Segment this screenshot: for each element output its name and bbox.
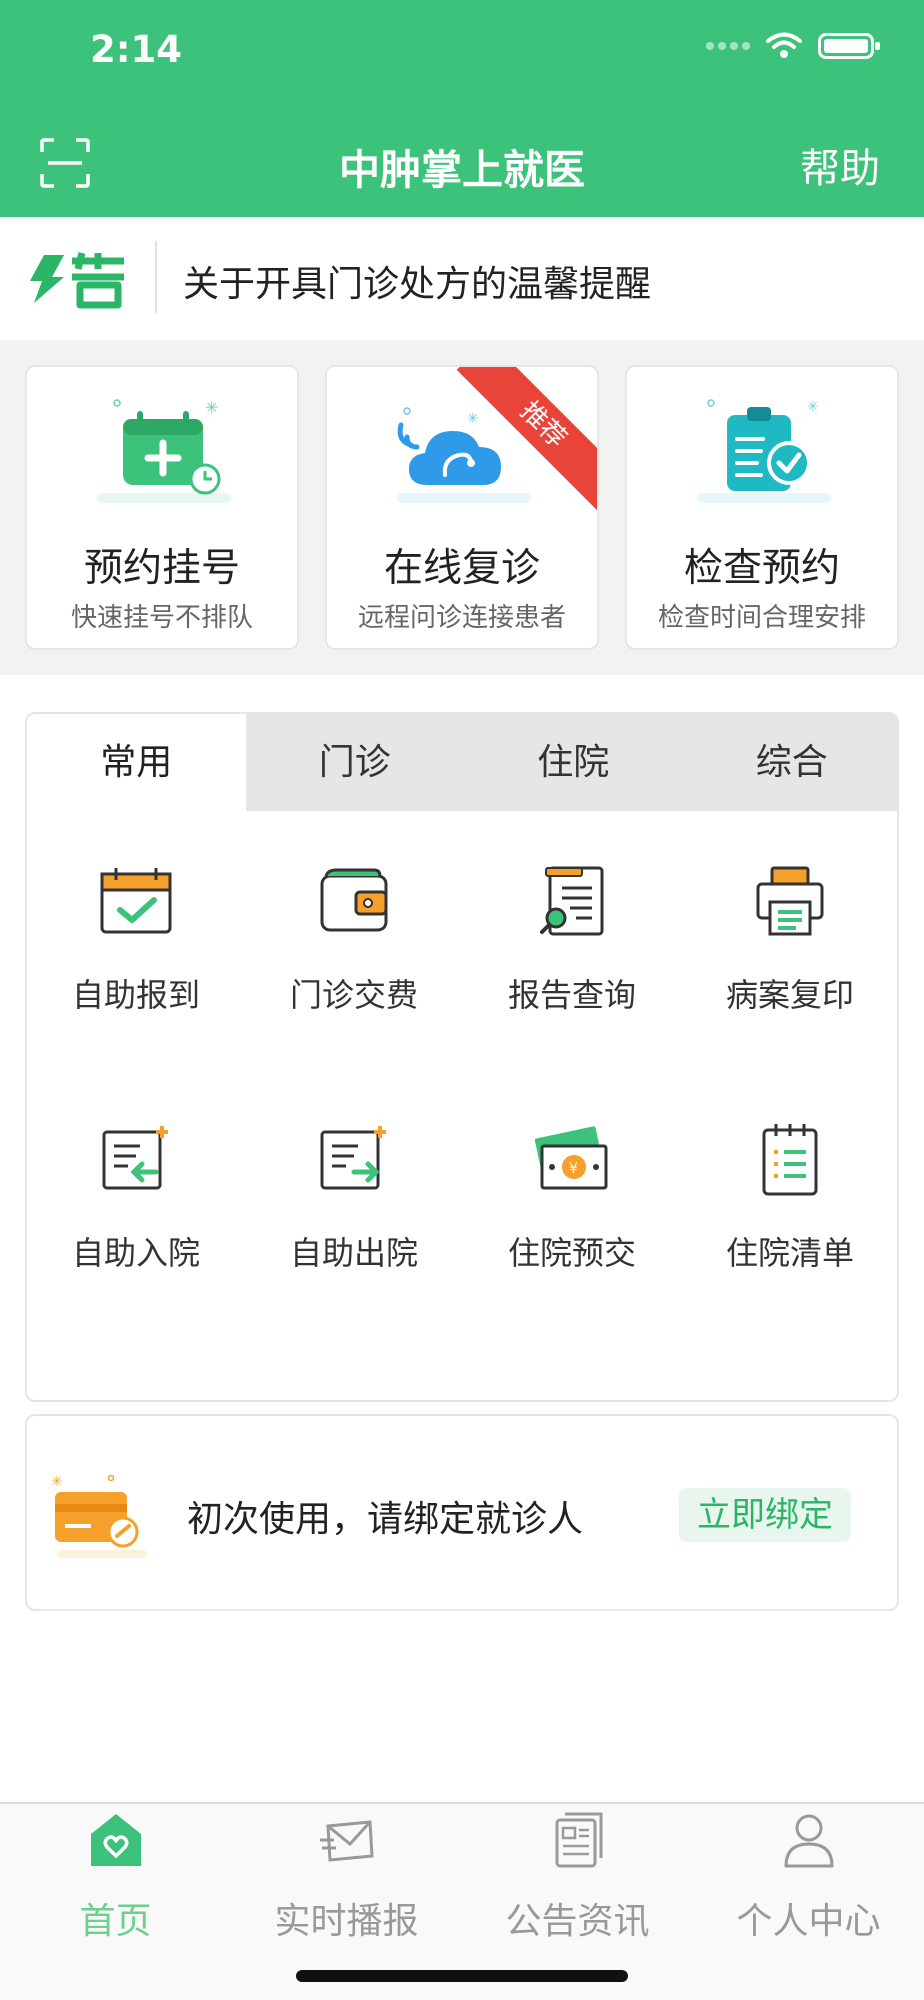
status-time: 2:14 bbox=[90, 28, 183, 71]
service-self-admission[interactable]: 自助入院 bbox=[27, 1120, 245, 1320]
service-panel: 常用 门诊 住院 综合 自助报到 门诊交费 报告查询 病案复印 自助入院 自助出… bbox=[25, 712, 899, 1402]
svg-text:¥: ¥ bbox=[569, 1161, 578, 1177]
nav-label: 实时播报 bbox=[274, 1901, 419, 1942]
tab-inpatient[interactable]: 住院 bbox=[464, 714, 683, 811]
service-self-discharge[interactable]: 自助出院 bbox=[245, 1120, 463, 1320]
status-icons bbox=[706, 32, 880, 60]
service-report-query[interactable]: 报告查询 bbox=[463, 862, 681, 1062]
svg-text:✳: ✳ bbox=[807, 399, 819, 415]
app-header: 2:14 中肿掌上就医 帮助 bbox=[0, 0, 924, 217]
card-appointment[interactable]: ✳ 预约挂号 快速挂号不排队 bbox=[25, 365, 299, 650]
tab-outpatient[interactable]: 门诊 bbox=[245, 714, 464, 811]
signal-icon bbox=[706, 42, 750, 50]
nav-label: 个人中心 bbox=[736, 1901, 881, 1942]
person-icon bbox=[784, 1814, 834, 1868]
bind-prompt-text: 初次使用，请绑定就诊人 bbox=[187, 1499, 584, 1540]
notice-logo-icon bbox=[30, 252, 124, 309]
mail-icon bbox=[320, 1820, 374, 1862]
nav-home[interactable]: 首页 bbox=[0, 1804, 231, 1964]
nav-personal-center[interactable]: 个人中心 bbox=[693, 1804, 924, 1964]
service-tabs: 常用 门诊 住院 综合 bbox=[27, 714, 897, 811]
calendar-plus-icon: ✳ bbox=[97, 398, 231, 503]
wifi-icon bbox=[766, 32, 802, 58]
bind-card-icon: ✳ bbox=[51, 1474, 147, 1558]
svg-text:✳: ✳ bbox=[205, 398, 218, 417]
news-icon bbox=[555, 1812, 603, 1868]
card-title: 预约挂号 bbox=[83, 546, 240, 591]
card-title: 检查预约 bbox=[683, 546, 840, 591]
card-subtitle: 远程问诊连接患者 bbox=[357, 603, 566, 633]
card-subtitle: 快速挂号不排队 bbox=[70, 603, 253, 633]
calendar-check-icon bbox=[100, 868, 172, 934]
bind-now-button[interactable]: 立即绑定 bbox=[679, 1488, 851, 1542]
notice-bar[interactable]: 关于开具门诊处方的温馨提醒 bbox=[0, 217, 924, 340]
home-indicator bbox=[296, 1970, 628, 1982]
card-online-revisit[interactable]: ✳ 推荐 在线复诊 远程问诊连接患者 bbox=[325, 365, 599, 650]
report-search-icon bbox=[540, 866, 604, 936]
notice-text[interactable]: 关于开具门诊处方的温馨提醒 bbox=[183, 255, 651, 307]
service-label: 病案复印 bbox=[725, 976, 854, 1014]
card-exam-booking[interactable]: ✳ 检查预约 检查时间合理安排 bbox=[625, 365, 899, 650]
nav-label: 首页 bbox=[79, 1901, 152, 1942]
tab-common[interactable]: 常用 bbox=[27, 714, 246, 811]
card-subtitle: 检查时间合理安排 bbox=[657, 603, 866, 633]
card-title: 在线复诊 bbox=[383, 546, 540, 591]
service-inpatient-list[interactable]: 住院清单 bbox=[681, 1120, 897, 1320]
battery-icon bbox=[818, 33, 880, 59]
service-label: 住院清单 bbox=[725, 1234, 854, 1272]
service-inpatient-prepay[interactable]: ¥ 住院预交 bbox=[463, 1120, 681, 1320]
nav-announcements[interactable]: 公告资讯 bbox=[462, 1804, 693, 1964]
service-label: 门诊交费 bbox=[289, 976, 418, 1014]
clipboard-check-icon: ✳ bbox=[697, 399, 831, 503]
money-icon: ¥ bbox=[534, 1126, 608, 1190]
service-outpatient-payment[interactable]: 门诊交费 bbox=[245, 862, 463, 1062]
page-title: 中肿掌上就医 bbox=[339, 146, 585, 194]
printer-icon bbox=[756, 866, 824, 936]
checklist-icon bbox=[762, 1124, 818, 1196]
service-label: 自助入院 bbox=[71, 1234, 200, 1272]
home-icon bbox=[91, 1814, 141, 1866]
service-label: 自助出院 bbox=[289, 1234, 418, 1272]
svg-text:✳: ✳ bbox=[467, 411, 479, 427]
admission-icon bbox=[102, 1126, 168, 1190]
service-self-checkin[interactable]: 自助报到 bbox=[27, 862, 245, 1062]
notice-divider bbox=[155, 241, 157, 313]
service-label: 自助报到 bbox=[71, 976, 200, 1014]
svg-text:✳: ✳ bbox=[51, 1474, 63, 1490]
help-button[interactable]: 帮助 bbox=[800, 136, 880, 194]
service-record-copy[interactable]: 病案复印 bbox=[681, 862, 897, 1062]
nav-label: 公告资讯 bbox=[505, 1901, 650, 1942]
wallet-icon bbox=[320, 868, 388, 932]
bind-patient-card: ✳ 初次使用，请绑定就诊人 立即绑定 bbox=[25, 1414, 899, 1611]
service-label: 报告查询 bbox=[507, 976, 636, 1014]
tab-general[interactable]: 综合 bbox=[682, 714, 897, 811]
nav-live-broadcast[interactable]: 实时播报 bbox=[231, 1804, 462, 1964]
discharge-icon bbox=[320, 1126, 386, 1190]
service-label: 住院预交 bbox=[507, 1234, 636, 1272]
